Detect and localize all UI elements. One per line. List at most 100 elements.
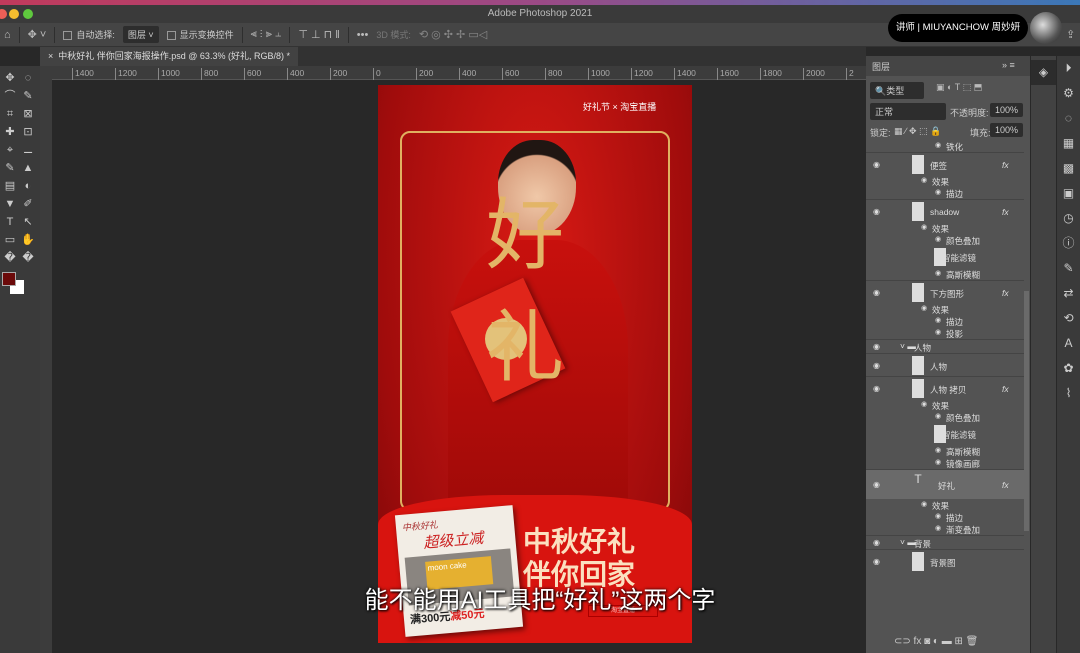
panel-icon[interactable]: ⓘ (1057, 231, 1080, 256)
layer-row[interactable]: ◉ 描边 (866, 315, 1024, 327)
tool-icon[interactable]: ▤ (2, 178, 18, 194)
effect-eye-icon[interactable]: ◉ (935, 328, 941, 336)
panel-icon[interactable]: ⚙ (1057, 81, 1080, 106)
tool-icon[interactable]: ⚊ (20, 142, 36, 158)
minimize-window-button[interactable] (9, 9, 19, 19)
visibility-eye-icon[interactable]: ◉ (873, 361, 880, 370)
layer-row[interactable]: ◉ 高斯模糊 (866, 445, 1024, 457)
layer-row[interactable]: ◉ 颜色叠加 (866, 234, 1024, 246)
effect-eye-icon[interactable]: ◉ (935, 524, 941, 532)
panel-icon[interactable]: ▣ (1057, 181, 1080, 206)
panel-icon[interactable]: ◌ (1057, 106, 1080, 131)
close-tab-icon[interactable]: × (48, 51, 53, 61)
move-tool-icon[interactable]: ✥ ˅ (28, 28, 47, 41)
home-icon[interactable]: ⌂ (4, 29, 11, 41)
collapse-icon[interactable]: » ≡ (1002, 60, 1015, 70)
layer-row[interactable]: ◉ 人物 (866, 353, 1024, 376)
effect-eye-icon[interactable]: ◉ (935, 446, 941, 454)
tool-icon[interactable]: ⊠ (20, 106, 36, 122)
layers-panel-tab[interactable]: 图层 (872, 60, 890, 73)
panel-icon[interactable]: ⏵ (1057, 56, 1080, 81)
layer-row[interactable]: ◉ 效果 (866, 303, 1024, 315)
fx-icon[interactable]: fx (1002, 160, 1009, 170)
more-icon[interactable]: ••• (357, 29, 369, 41)
visibility-eye-icon[interactable]: ◉ (873, 384, 880, 393)
layer-row[interactable]: ◉ 描边 (866, 511, 1024, 523)
layer-row[interactable]: ◉ T 好礼 fx (866, 469, 1024, 499)
effect-eye-icon[interactable]: ◉ (921, 304, 927, 312)
panel-icon[interactable]: A (1057, 331, 1080, 356)
tool-icon[interactable]: � (2, 250, 18, 266)
effect-eye-icon[interactable]: ◉ (935, 188, 941, 196)
effect-eye-icon[interactable]: ◉ (935, 316, 941, 324)
panel-icon[interactable]: ▦ (1057, 131, 1080, 156)
auto-select-checkbox[interactable]: 自动选择: (63, 28, 115, 41)
layer-row[interactable]: ◉ 效果 (866, 499, 1024, 511)
visibility-eye-icon[interactable]: ◉ (873, 480, 880, 489)
panel-icon[interactable]: ✎ (1057, 256, 1080, 281)
tool-icon[interactable]: ▲ (20, 160, 36, 176)
layer-row[interactable]: ◉ 铁化 (866, 140, 1024, 152)
layer-row[interactable]: ◉ 下方图形 fx (866, 280, 1024, 303)
tool-icon[interactable]: ⊡ (20, 124, 36, 140)
tool-icon[interactable]: ✥ (2, 70, 18, 86)
tool-icon[interactable]: ✐ (20, 196, 36, 212)
layer-row[interactable]: ◉ 背景图 (866, 549, 1024, 572)
tool-icon[interactable]: ⌗ (2, 106, 18, 122)
tool-icon[interactable]: ▼ (2, 196, 18, 212)
layer-panel-footer-icons[interactable]: ⊂⊃ fx ◙ ◐ ▬ ⊞ 🗑 (894, 636, 978, 647)
layer-row[interactable]: ◉ 效果 (866, 399, 1024, 411)
fx-icon[interactable]: fx (1002, 384, 1009, 394)
3d-tools-icons[interactable]: ⟲ ◎ ✣ ✢ ▭◁ (419, 28, 487, 41)
show-transform-checkbox[interactable]: 显示变换控件 (166, 28, 234, 41)
layer-row[interactable]: ◉ 便签 fx (866, 152, 1024, 175)
tool-icon[interactable]: ◌ (20, 70, 36, 86)
panel-icon[interactable]: ▩ (1057, 156, 1080, 181)
effect-eye-icon[interactable]: ◉ (921, 223, 927, 231)
effect-eye-icon[interactable]: ◉ (935, 269, 941, 277)
layer-row[interactable]: ◉ 高斯模糊 (866, 268, 1024, 280)
effect-eye-icon[interactable]: ◉ (935, 458, 941, 466)
effect-eye-icon[interactable]: ◉ (935, 412, 941, 420)
fx-icon[interactable]: fx (1002, 480, 1009, 490)
visibility-eye-icon[interactable]: ◉ (873, 538, 880, 547)
zoom-window-button[interactable] (23, 9, 33, 19)
blend-mode-dropdown[interactable]: 正常 (870, 103, 946, 120)
tool-icon[interactable]: ↖ (20, 214, 36, 230)
layer-row[interactable]: ◉ shadow fx (866, 199, 1024, 222)
effect-eye-icon[interactable]: ◉ (935, 512, 941, 520)
foreground-color-swatch[interactable] (2, 272, 16, 286)
visibility-eye-icon[interactable]: ◉ (873, 557, 880, 566)
layer-row[interactable]: ◉ 描边 (866, 187, 1024, 199)
visibility-eye-icon[interactable]: ◉ (873, 207, 880, 216)
document-tab[interactable]: × 中秋好礼 伴你回家海报操作.psd @ 63.3% (好礼, RGB/8) … (40, 47, 298, 66)
effect-eye-icon[interactable]: ◉ (921, 400, 927, 408)
tool-icon[interactable]: ▭ (2, 232, 18, 248)
visibility-eye-icon[interactable]: ◉ (873, 160, 880, 169)
layer-row[interactable]: ◉ ˅ ▬ 背景 (866, 535, 1024, 549)
layer-row[interactable]: ◉ 效果 (866, 222, 1024, 234)
tool-icon[interactable]: ⌖ (2, 142, 18, 158)
share-icon[interactable]: ⇪ (1066, 28, 1075, 41)
fx-icon[interactable]: fx (1002, 207, 1009, 217)
layers-icon[interactable]: ◈ (1031, 60, 1056, 85)
tool-icon[interactable]: ⌒ (2, 88, 18, 104)
align-icons[interactable]: ⫷ ⫶ ⫸ ⫠ (251, 28, 282, 41)
tool-icon[interactable]: ✚ (2, 124, 18, 140)
panel-icon[interactable]: ◷ (1057, 206, 1080, 231)
visibility-eye-icon[interactable]: ◉ (873, 288, 880, 297)
layer-row[interactable]: ◉ ˅ ▬ 人物 (866, 339, 1024, 353)
lock-icons[interactable]: ▦ ∕ ✥ ⬚ 🔒 (894, 126, 941, 137)
layers-scrollbar[interactable] (1024, 291, 1029, 531)
filter-icons[interactable]: ▣ ◐ T ⬚ ⬒ (936, 82, 982, 93)
panel-icon[interactable]: ⌇ (1057, 381, 1080, 406)
visibility-eye-icon[interactable]: ◉ (873, 342, 880, 351)
layer-row[interactable]: ◉ 人物 拷贝 fx (866, 376, 1024, 399)
auto-select-dropdown[interactable]: 图层 ˅ (122, 26, 159, 43)
effect-eye-icon[interactable]: ◉ (935, 235, 941, 243)
layer-row[interactable]: ◉ 颜色叠加 (866, 411, 1024, 423)
tool-icon[interactable]: T (2, 214, 18, 230)
tool-icon[interactable]: ✎ (2, 160, 18, 176)
layer-row[interactable]: 智能滤镜 (866, 423, 1024, 445)
effect-eye-icon[interactable]: ◉ (921, 176, 927, 184)
